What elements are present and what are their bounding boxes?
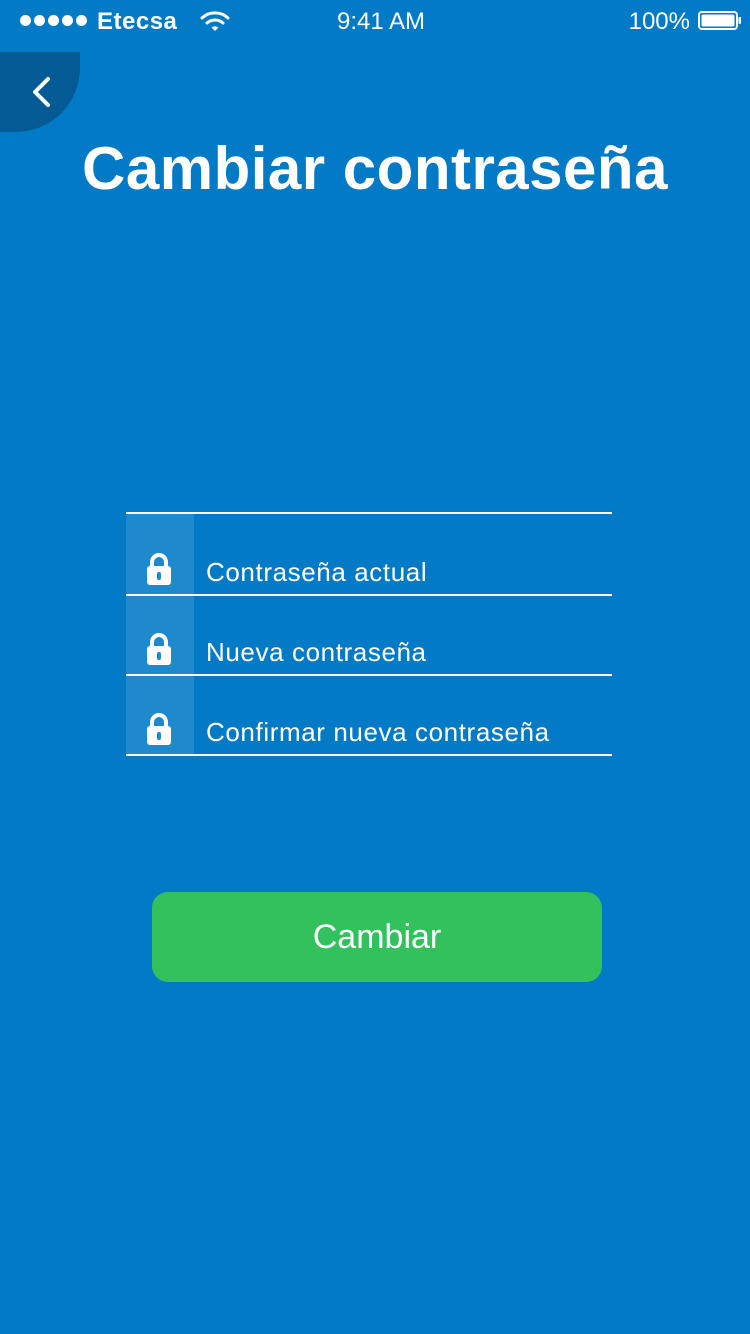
change-password-form: Contraseña actual Nueva contraseña Confi… — [126, 512, 612, 756]
field-icon-box — [126, 514, 194, 594]
field-icon-box — [126, 676, 194, 754]
back-button[interactable] — [0, 52, 80, 132]
field-icon-box — [126, 596, 194, 674]
new-password-field[interactable]: Nueva contraseña — [126, 596, 612, 676]
status-bar: Etecsa 9:41 AM 100% — [0, 0, 750, 40]
current-password-input[interactable]: Contraseña actual — [206, 557, 427, 588]
chevron-left-icon — [33, 77, 50, 107]
confirm-password-input[interactable]: Confirmar nueva contraseña — [206, 717, 550, 748]
battery-icon — [698, 11, 741, 30]
page-title: Cambiar contraseña — [82, 135, 668, 202]
current-password-field[interactable]: Contraseña actual — [126, 514, 612, 596]
lock-icon — [147, 713, 171, 745]
lock-icon — [147, 633, 171, 665]
lock-icon — [147, 553, 171, 585]
confirm-password-field[interactable]: Confirmar nueva contraseña — [126, 676, 612, 756]
battery-percentage: 100% — [628, 8, 690, 35]
new-password-input[interactable]: Nueva contraseña — [206, 637, 427, 668]
change-password-button[interactable]: Cambiar — [152, 892, 602, 982]
